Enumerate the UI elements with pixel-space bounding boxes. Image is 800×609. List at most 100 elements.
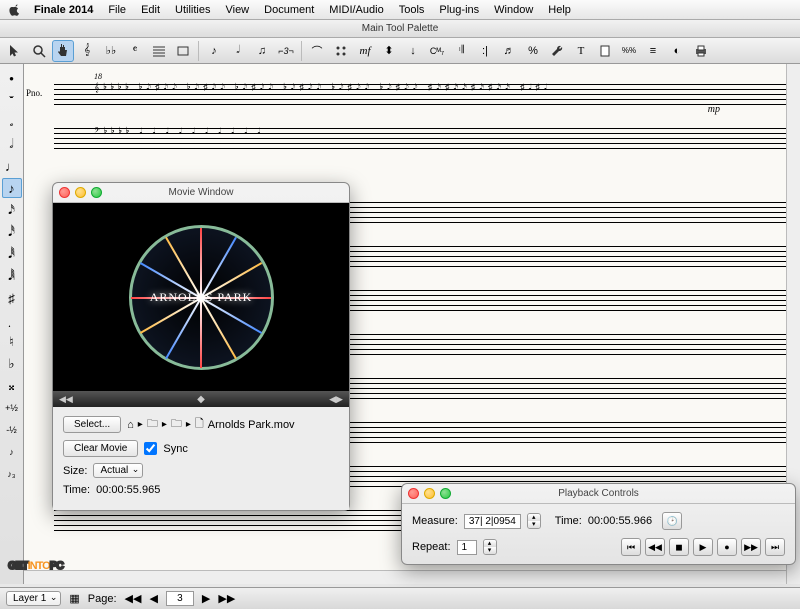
fast-forward-button[interactable]: ⏭ bbox=[765, 538, 785, 556]
playback-controls-window[interactable]: Playback Controls Measure: 37| 2|0954 ▴▾… bbox=[401, 483, 796, 565]
quarter-note-icon[interactable]: ♩ bbox=[2, 156, 22, 176]
time-value: 00:00:55.965 bbox=[96, 484, 160, 496]
repeat-icon[interactable]: 𝄇 bbox=[450, 40, 472, 62]
record-button[interactable]: ● bbox=[717, 538, 737, 556]
page-prev-button[interactable]: ◀◀ bbox=[125, 592, 142, 605]
natural-icon[interactable]: ♮ bbox=[2, 332, 22, 352]
timesig-tool-icon[interactable]: 𝄴 bbox=[124, 40, 146, 62]
zoom-tool-icon[interactable] bbox=[28, 40, 50, 62]
size-select[interactable]: Actual bbox=[93, 463, 143, 478]
measure-stepper[interactable]: ▴▾ bbox=[527, 513, 541, 529]
repeat-stepper[interactable]: ▴▾ bbox=[483, 539, 497, 555]
step-forward-button[interactable]: ▶▶ bbox=[741, 538, 761, 556]
movie-window[interactable]: Movie Window ARNOLDS PARK ◀◀ ◆ ◀▶ Select… bbox=[52, 182, 350, 511]
menu-view[interactable]: View bbox=[225, 4, 249, 16]
rewind-icon[interactable]: ◀◀ bbox=[59, 394, 73, 405]
forward-icon[interactable]: ◀▶ bbox=[329, 394, 343, 405]
clef-tool-icon[interactable]: 𝄞 bbox=[76, 40, 98, 62]
repeat-field[interactable]: 1 bbox=[457, 540, 477, 555]
breadcrumb[interactable]: ⌂▸ 🗀▸ 🗀▸ 🗋 Arnolds Park.mov bbox=[127, 415, 294, 434]
flat-icon[interactable]: ♭ bbox=[2, 354, 22, 374]
text-tool-icon[interactable]: T bbox=[570, 40, 592, 62]
page-next-button[interactable]: ▶ bbox=[202, 592, 210, 605]
minus-half-icon[interactable]: -½ bbox=[2, 420, 22, 440]
folder-icon[interactable]: 🗀 bbox=[171, 415, 182, 434]
watermark-pre: GET bbox=[8, 560, 28, 572]
sixtyfourth-note-icon[interactable]: 𝅘𝅥𝅱 bbox=[2, 244, 22, 264]
select-movie-button[interactable]: Select... bbox=[63, 416, 121, 433]
measure-tool-icon[interactable] bbox=[172, 40, 194, 62]
whole-note-icon[interactable]: 𝅗 bbox=[2, 112, 22, 132]
staff-bass[interactable]: 𝄢♭♭♭♭ 𝅘𝅥 𝅘𝅥 𝅘𝅥 𝅘𝅥 𝅘𝅥 𝅘𝅥 𝅘𝅥 𝅘𝅥 𝅘𝅥 𝅘𝅥 bbox=[54, 118, 790, 158]
menu-midi-audio[interactable]: MIDI/Audio bbox=[329, 4, 383, 16]
stop-button[interactable]: ◼ bbox=[669, 538, 689, 556]
menu-edit[interactable]: Edit bbox=[141, 4, 160, 16]
doublesharp-icon[interactable]: 𝄪 bbox=[2, 376, 22, 396]
double-whole-icon[interactable]: 𝄻 bbox=[2, 90, 22, 110]
resize-icon[interactable]: %% bbox=[618, 40, 640, 62]
sync-checkbox[interactable] bbox=[144, 442, 157, 455]
tuplet-tool-icon[interactable]: ⌐3¬ bbox=[275, 40, 297, 62]
status-bar: Layer 1 ▦ Page: ◀◀ ◀ 3 ▶ ▶▶ bbox=[0, 587, 800, 609]
rewind-button[interactable]: ⏮ bbox=[621, 538, 641, 556]
plus-half-icon[interactable]: +½ bbox=[2, 398, 22, 418]
tuplet-icon[interactable]: ♪₃ bbox=[2, 464, 22, 484]
menu-utilities[interactable]: Utilities bbox=[175, 4, 210, 16]
movie-titlebar[interactable]: Movie Window bbox=[53, 183, 349, 203]
chord-icon[interactable]: Cᴹ₇ bbox=[426, 40, 448, 62]
step-back-button[interactable]: ◀◀ bbox=[645, 538, 665, 556]
scrollbar-horizontal[interactable] bbox=[24, 570, 786, 584]
mirror-icon[interactable]: ◐ bbox=[666, 40, 688, 62]
playhead-icon[interactable]: ◆ bbox=[197, 394, 205, 405]
page-back-button[interactable]: ◀ bbox=[149, 592, 157, 605]
measure-field[interactable]: 37| 2|0954 bbox=[464, 514, 521, 529]
pointer-tool-icon[interactable] bbox=[4, 40, 26, 62]
sixteenth-note-icon[interactable]: 𝅘𝅥𝅯 bbox=[2, 200, 22, 220]
folder-icon[interactable]: 🗀 bbox=[147, 415, 158, 434]
half-note-icon[interactable]: 𝅗𝅥 bbox=[2, 134, 22, 154]
hyperscribe-icon[interactable]: ♫ bbox=[251, 40, 273, 62]
menu-help[interactable]: Help bbox=[548, 4, 571, 16]
smartshape-icon[interactable]: ⌒ bbox=[306, 40, 328, 62]
staff-tool-icon[interactable] bbox=[148, 40, 170, 62]
menu-window[interactable]: Window bbox=[494, 4, 533, 16]
sharp-icon[interactable]: ♯ bbox=[2, 288, 22, 308]
clear-movie-button[interactable]: Clear Movie bbox=[63, 440, 138, 457]
wrench-icon[interactable] bbox=[546, 40, 568, 62]
menu-plugins[interactable]: Plug-ins bbox=[439, 4, 479, 16]
page-last-button[interactable]: ▶▶ bbox=[218, 592, 235, 605]
dynamic-icon[interactable]: ⬍ bbox=[378, 40, 400, 62]
dot-icon[interactable]: • bbox=[2, 68, 22, 88]
menu-document[interactable]: Document bbox=[264, 4, 314, 16]
staff-treble[interactable]: 𝄞♭♭♭♭ ♭𝅘𝅥𝅮♯𝅘𝅥𝅮𝅘𝅥𝅮 ♭𝅘𝅥𝅮♯𝅘𝅥𝅮𝅘𝅥𝅮 ♭𝅘𝅥𝅮♯𝅘𝅥𝅮𝅘𝅥… bbox=[54, 74, 790, 114]
keysig-tool-icon[interactable]: ♭♭ bbox=[100, 40, 122, 62]
ending-icon[interactable]: :| bbox=[474, 40, 496, 62]
graphic-icon[interactable]: ♬ bbox=[498, 40, 520, 62]
print-icon[interactable] bbox=[690, 40, 712, 62]
menu-file[interactable]: File bbox=[108, 4, 126, 16]
grace-note-icon[interactable]: ♪ bbox=[2, 442, 22, 462]
ossia-icon[interactable]: ≡ bbox=[642, 40, 664, 62]
menu-tools[interactable]: Tools bbox=[399, 4, 425, 16]
eighth-note-icon[interactable]: ♪ bbox=[2, 178, 22, 198]
playback-titlebar[interactable]: Playback Controls bbox=[402, 484, 795, 504]
onetwentyeighth-note-icon[interactable]: 𝅘𝅥𝅲 bbox=[2, 266, 22, 286]
watermark: GETINTOPC bbox=[8, 531, 63, 579]
voice-icon[interactable]: ▦ bbox=[69, 592, 79, 605]
note-entry-icon[interactable]: ♪ bbox=[203, 40, 225, 62]
page-layout-icon[interactable] bbox=[594, 40, 616, 62]
percent-icon[interactable]: % bbox=[522, 40, 544, 62]
hand-tool-icon[interactable] bbox=[52, 40, 74, 62]
page-field[interactable]: 3 bbox=[166, 591, 194, 606]
thirtysecond-note-icon[interactable]: 𝅘𝅥𝅰 bbox=[2, 222, 22, 242]
lyric-icon[interactable]: ↓ bbox=[402, 40, 424, 62]
expression-icon[interactable]: mf bbox=[354, 40, 376, 62]
play-button[interactable]: ▶ bbox=[693, 538, 713, 556]
home-icon[interactable]: ⌂ bbox=[127, 419, 134, 431]
layer-select[interactable]: Layer 1 bbox=[6, 591, 61, 606]
staccato-icon[interactable]: 𝅾 bbox=[2, 310, 22, 330]
speedy-entry-icon[interactable]: 𝅗𝅥 bbox=[227, 40, 249, 62]
articulation-icon[interactable] bbox=[330, 40, 352, 62]
movie-scrubber[interactable]: ◀◀ ◆ ◀▶ bbox=[53, 391, 349, 407]
clock-icon[interactable]: 🕑 bbox=[662, 512, 682, 530]
